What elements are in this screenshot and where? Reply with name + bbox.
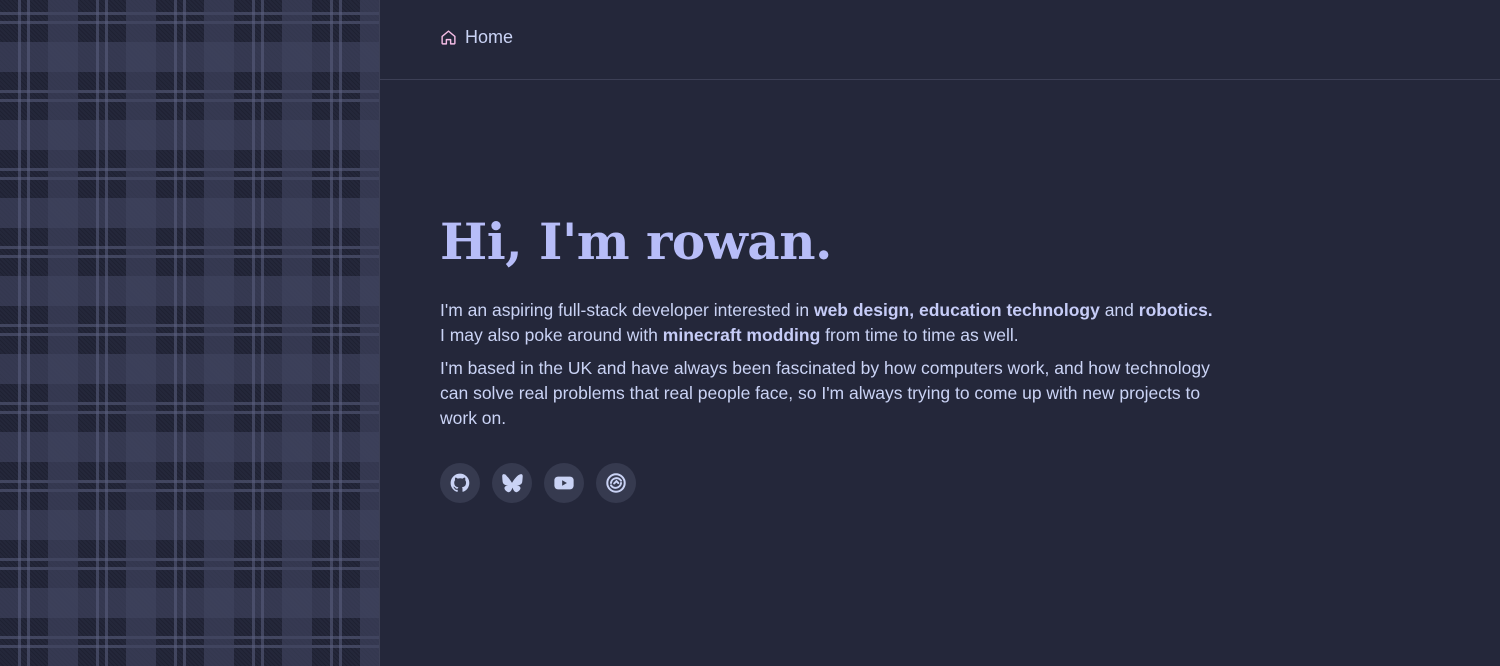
youtube-button[interactable] bbox=[544, 463, 584, 503]
top-nav-bar: Home bbox=[380, 0, 1500, 80]
hero-section: Hi, I'm rowan. I'm an aspiring full-stac… bbox=[440, 210, 1240, 503]
intro-emphasis: minecraft modding bbox=[662, 325, 821, 345]
intro-text-segment: I'm an aspiring full-stack developer int… bbox=[440, 300, 814, 320]
home-label: Home bbox=[465, 27, 514, 47]
intro-text: I'm an aspiring full-stack developer int… bbox=[440, 298, 1240, 431]
page: Home Hi, I'm rowan. I'm an aspiring full… bbox=[0, 0, 1500, 666]
home-icon bbox=[440, 29, 457, 46]
plaid-pattern-panel bbox=[0, 0, 380, 666]
intro-emphasis: web design, education technology bbox=[813, 300, 1100, 320]
intro-text-segment: from time to time as well. bbox=[820, 325, 1019, 345]
social-links bbox=[440, 463, 1240, 503]
home-link[interactable]: Home bbox=[440, 27, 513, 48]
intro-emphasis: robotics. bbox=[1138, 300, 1213, 320]
intro-text-segment: I may also poke around with bbox=[440, 325, 663, 345]
youtube-icon bbox=[553, 472, 575, 494]
page-title: Hi, I'm rowan. bbox=[440, 212, 832, 271]
intro-paragraph-2: I'm based in the UK and have always been… bbox=[440, 358, 1210, 428]
bluesky-button[interactable] bbox=[492, 463, 532, 503]
bluesky-icon bbox=[501, 472, 523, 494]
github-icon bbox=[449, 472, 471, 494]
intro-text-segment: and bbox=[1099, 300, 1139, 320]
modrinth-icon bbox=[605, 472, 627, 494]
main-content: Home Hi, I'm rowan. I'm an aspiring full… bbox=[380, 0, 1500, 666]
github-button[interactable] bbox=[440, 463, 480, 503]
intro-paragraph-1: I'm an aspiring full-stack developer int… bbox=[440, 298, 1240, 348]
modrinth-button[interactable] bbox=[596, 463, 636, 503]
